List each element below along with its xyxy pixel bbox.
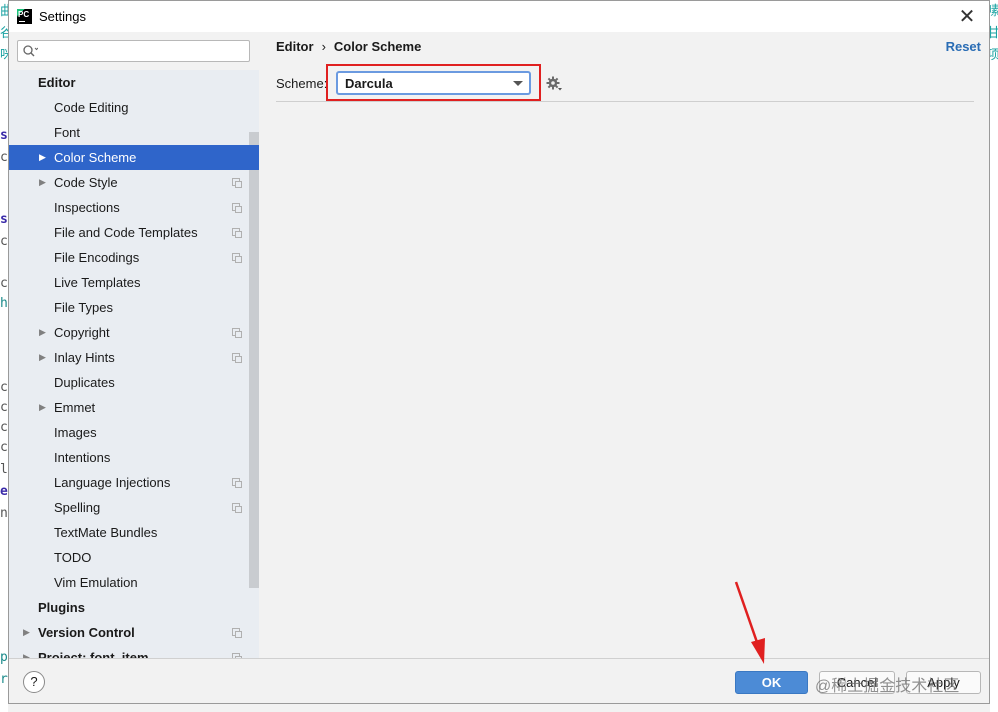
copy-icon [232, 253, 242, 263]
sidebar-item[interactable]: Spelling [9, 495, 249, 520]
pycharm-icon: PC [17, 9, 32, 24]
chevron-right-icon[interactable]: ▶ [39, 145, 46, 170]
sidebar-item-label: Copyright [54, 325, 110, 340]
sidebar-item[interactable]: Font [9, 120, 249, 145]
copy-icon [232, 503, 242, 513]
window-title: Settings [39, 9, 86, 24]
sidebar-item-label: Spelling [54, 500, 101, 515]
scheme-value: Darcula [345, 76, 393, 91]
ok-button[interactable]: OK [735, 671, 808, 694]
sidebar-item-label: Plugins [38, 600, 85, 615]
reset-link[interactable]: Reset [946, 39, 981, 54]
sidebar-item-label: Images [54, 425, 97, 440]
copy-icon [232, 353, 242, 363]
sidebar-item[interactable]: TextMate Bundles [9, 520, 249, 545]
sidebar-item-label: Inlay Hints [54, 350, 115, 365]
chevron-right-icon[interactable]: ▶ [39, 320, 46, 345]
chevron-right-icon[interactable]: ▶ [39, 345, 46, 370]
settings-sidebar: Editor Code Editing Font ▶ Color Scheme ▶ Code… [9, 32, 259, 658]
copy-icon [232, 178, 242, 188]
sidebar-item-label: File and Code Templates [54, 225, 198, 240]
sidebar-item-label: Live Templates [54, 275, 141, 290]
sidebar-item-label: Version Control [38, 625, 135, 640]
search-input[interactable] [17, 40, 250, 62]
copy-icon [232, 478, 242, 488]
sidebar-item[interactable]: TODO [9, 545, 249, 570]
sidebar-item[interactable]: Duplicates [9, 370, 249, 395]
sidebar-item[interactable]: Vim Emulation [9, 570, 249, 595]
sidebar-item[interactable]: Images [9, 420, 249, 445]
sidebar-item-label: File Types [54, 300, 114, 315]
sidebar-item[interactable]: Plugins [9, 595, 249, 620]
dialog-footer: ? OK Cancel Apply @稀土掘金技术社区 [9, 658, 989, 705]
breadcrumb-color-scheme: Color Scheme [333, 39, 422, 54]
chevron-down-icon [513, 81, 523, 86]
sidebar-item[interactable]: Inspections [9, 195, 249, 220]
sidebar-item[interactable]: ▶ Emmet [9, 395, 249, 420]
copy-icon [232, 203, 242, 213]
content-panel: Editor › Color Scheme Reset Scheme: Darcul… [259, 32, 989, 658]
sidebar-item-label: File Encodings [54, 250, 140, 265]
copy-icon [232, 328, 242, 338]
sidebar-item-label: Language Injections [54, 475, 171, 490]
settings-dialog: PC Settings ✕ Editor Code Editing Font ▶ Col… [8, 0, 990, 704]
sidebar-item[interactable]: ▶ Version Control [9, 620, 249, 645]
sidebar-item-label: TODO [54, 550, 92, 565]
sidebar-item[interactable]: Live Templates [9, 270, 249, 295]
sidebar-item-label: Emmet [54, 400, 96, 415]
sidebar-item[interactable]: File and Code Templates [9, 220, 249, 245]
chevron-right-icon[interactable]: ▶ [39, 170, 46, 195]
gear-icon[interactable] [546, 76, 564, 92]
tree-scrollbar[interactable] [249, 132, 259, 588]
sidebar-item-label: Code Editing [54, 100, 129, 115]
sidebar-item-label: Project: font_item [38, 650, 149, 658]
sidebar-item[interactable]: Editor [9, 70, 249, 95]
chevron-right-icon[interactable]: ▶ [23, 645, 30, 658]
sidebar-item[interactable]: ▶ Project: font_item [9, 645, 249, 658]
sidebar-item-label: Color Scheme [54, 150, 137, 165]
background-editor-right: 嗉 甘 项 [990, 0, 998, 712]
sidebar-item[interactable]: ▶ Code Style [9, 170, 249, 195]
background-editor-left: 曲 谷 咪 s c s c c h c c c c l e n p r [0, 0, 8, 712]
sidebar-item[interactable]: Code Editing [9, 95, 249, 120]
breadcrumb-separator: › [321, 39, 326, 54]
sidebar-item[interactable]: Language Injections [9, 470, 249, 495]
sidebar-item[interactable]: ▶ Color Scheme [9, 145, 259, 170]
sidebar-item-label: Font [54, 125, 81, 140]
sidebar-item-label: Intentions [54, 450, 111, 465]
scheme-dropdown[interactable]: Darcula [336, 71, 531, 95]
sidebar-item-label: Duplicates [54, 375, 115, 390]
divider [276, 101, 974, 102]
copy-icon [232, 228, 242, 238]
breadcrumb-editor: Editor [276, 39, 314, 54]
close-icon[interactable]: ✕ [953, 3, 981, 31]
sidebar-item-label: Code Style [54, 175, 118, 190]
scheme-label: Scheme: [276, 76, 328, 91]
sidebar-item[interactable]: Intentions [9, 445, 249, 470]
chevron-right-icon[interactable]: ▶ [23, 620, 30, 645]
sidebar-item-label: TextMate Bundles [54, 525, 158, 540]
sidebar-item[interactable]: ▶ Copyright [9, 320, 249, 345]
title-bar: PC Settings ✕ [9, 1, 989, 32]
sidebar-item[interactable]: ▶ Inlay Hints [9, 345, 249, 370]
breadcrumb: Editor › Color Scheme [276, 39, 421, 54]
help-button[interactable]: ? [23, 671, 45, 693]
sidebar-item-label: Editor [38, 75, 76, 90]
sidebar-item[interactable]: File Encodings [9, 245, 249, 270]
sidebar-item[interactable]: File Types [9, 295, 249, 320]
sidebar-item-label: Inspections [54, 200, 120, 215]
watermark: @稀土掘金技术社区 [815, 678, 960, 695]
sidebar-item-label: Vim Emulation [54, 575, 138, 590]
chevron-right-icon[interactable]: ▶ [39, 395, 46, 420]
settings-tree: Editor Code Editing Font ▶ Color Scheme ▶ Code… [9, 70, 259, 658]
search-icon [23, 45, 38, 57]
copy-icon [232, 628, 242, 638]
